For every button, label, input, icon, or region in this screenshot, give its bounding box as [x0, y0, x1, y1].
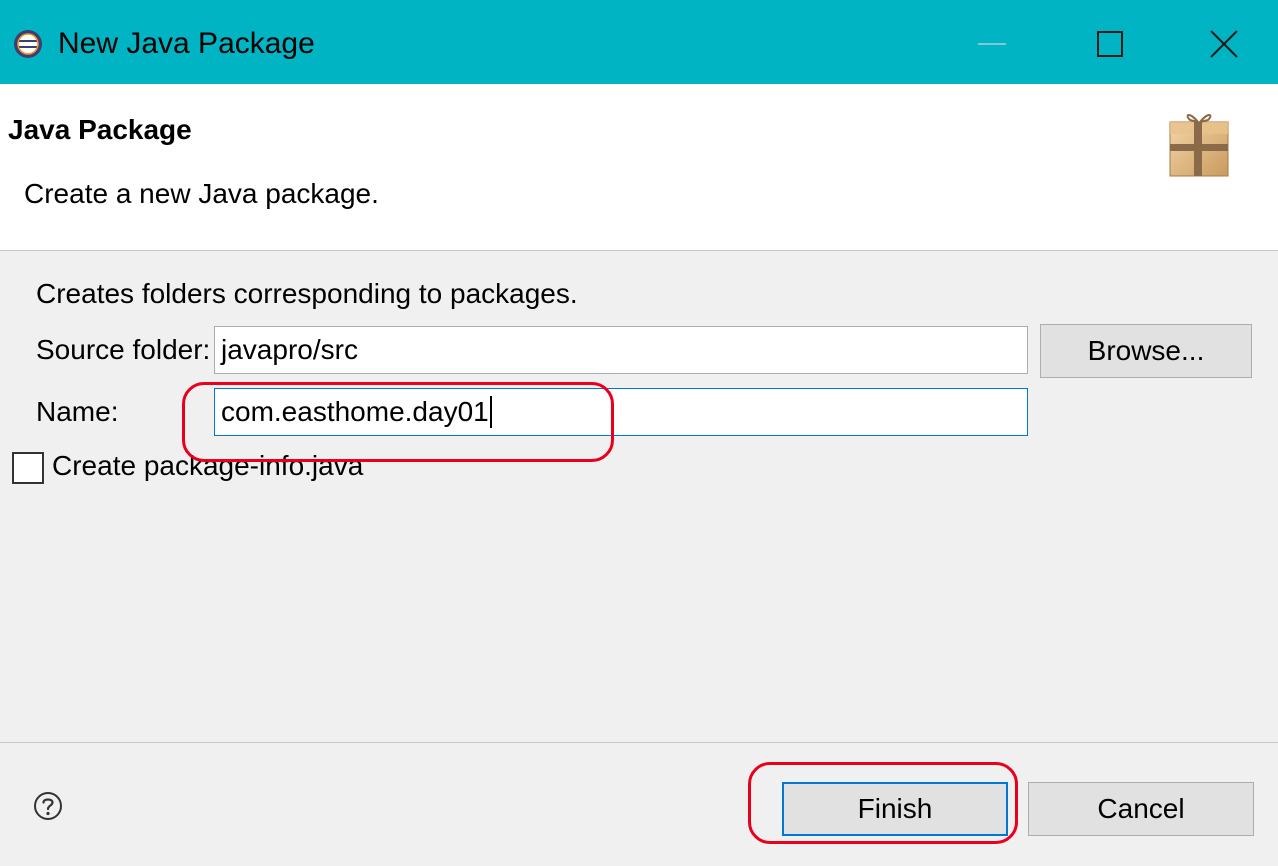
- form-hint: Creates folders corresponding to package…: [36, 278, 578, 309]
- close-icon: [1210, 30, 1238, 58]
- window-title: New Java Package: [58, 27, 315, 60]
- name-input[interactable]: com.easthome.day01: [214, 388, 1028, 436]
- help-icon[interactable]: [32, 790, 64, 822]
- maximize-button[interactable]: [1082, 14, 1138, 74]
- header-divider: [0, 250, 1278, 251]
- browse-button[interactable]: Browse...: [1040, 324, 1252, 378]
- cancel-button[interactable]: Cancel: [1028, 782, 1254, 836]
- package-info-checkbox-label[interactable]: Create package-info.java: [52, 450, 363, 482]
- name-label: Name:: [36, 396, 119, 427]
- minimize-button[interactable]: [964, 14, 1020, 74]
- source-folder-value: javapro/src: [221, 334, 358, 365]
- text-caret: [489, 396, 492, 428]
- title-bar[interactable]: New Java Package: [0, 0, 1278, 84]
- page-description: Create a new Java package.: [24, 178, 379, 209]
- name-value: com.easthome.day01: [221, 396, 489, 427]
- minimize-icon: [978, 43, 1006, 45]
- maximize-icon: [1097, 31, 1123, 57]
- finish-button[interactable]: Finish: [782, 782, 1008, 836]
- close-button[interactable]: [1196, 14, 1252, 74]
- page-title: Java Package: [8, 114, 192, 145]
- wizard-header: Java Package Create a new Java package.: [0, 84, 1278, 250]
- source-folder-label: Source folder:: [36, 334, 211, 365]
- package-icon: [1169, 114, 1229, 177]
- eclipse-app-icon: [14, 30, 42, 58]
- footer-divider: [0, 742, 1278, 743]
- new-java-package-dialog: New Java Package Java Package Create a n…: [0, 0, 1278, 866]
- source-folder-input[interactable]: javapro/src: [214, 326, 1028, 374]
- package-info-checkbox[interactable]: [12, 452, 44, 484]
